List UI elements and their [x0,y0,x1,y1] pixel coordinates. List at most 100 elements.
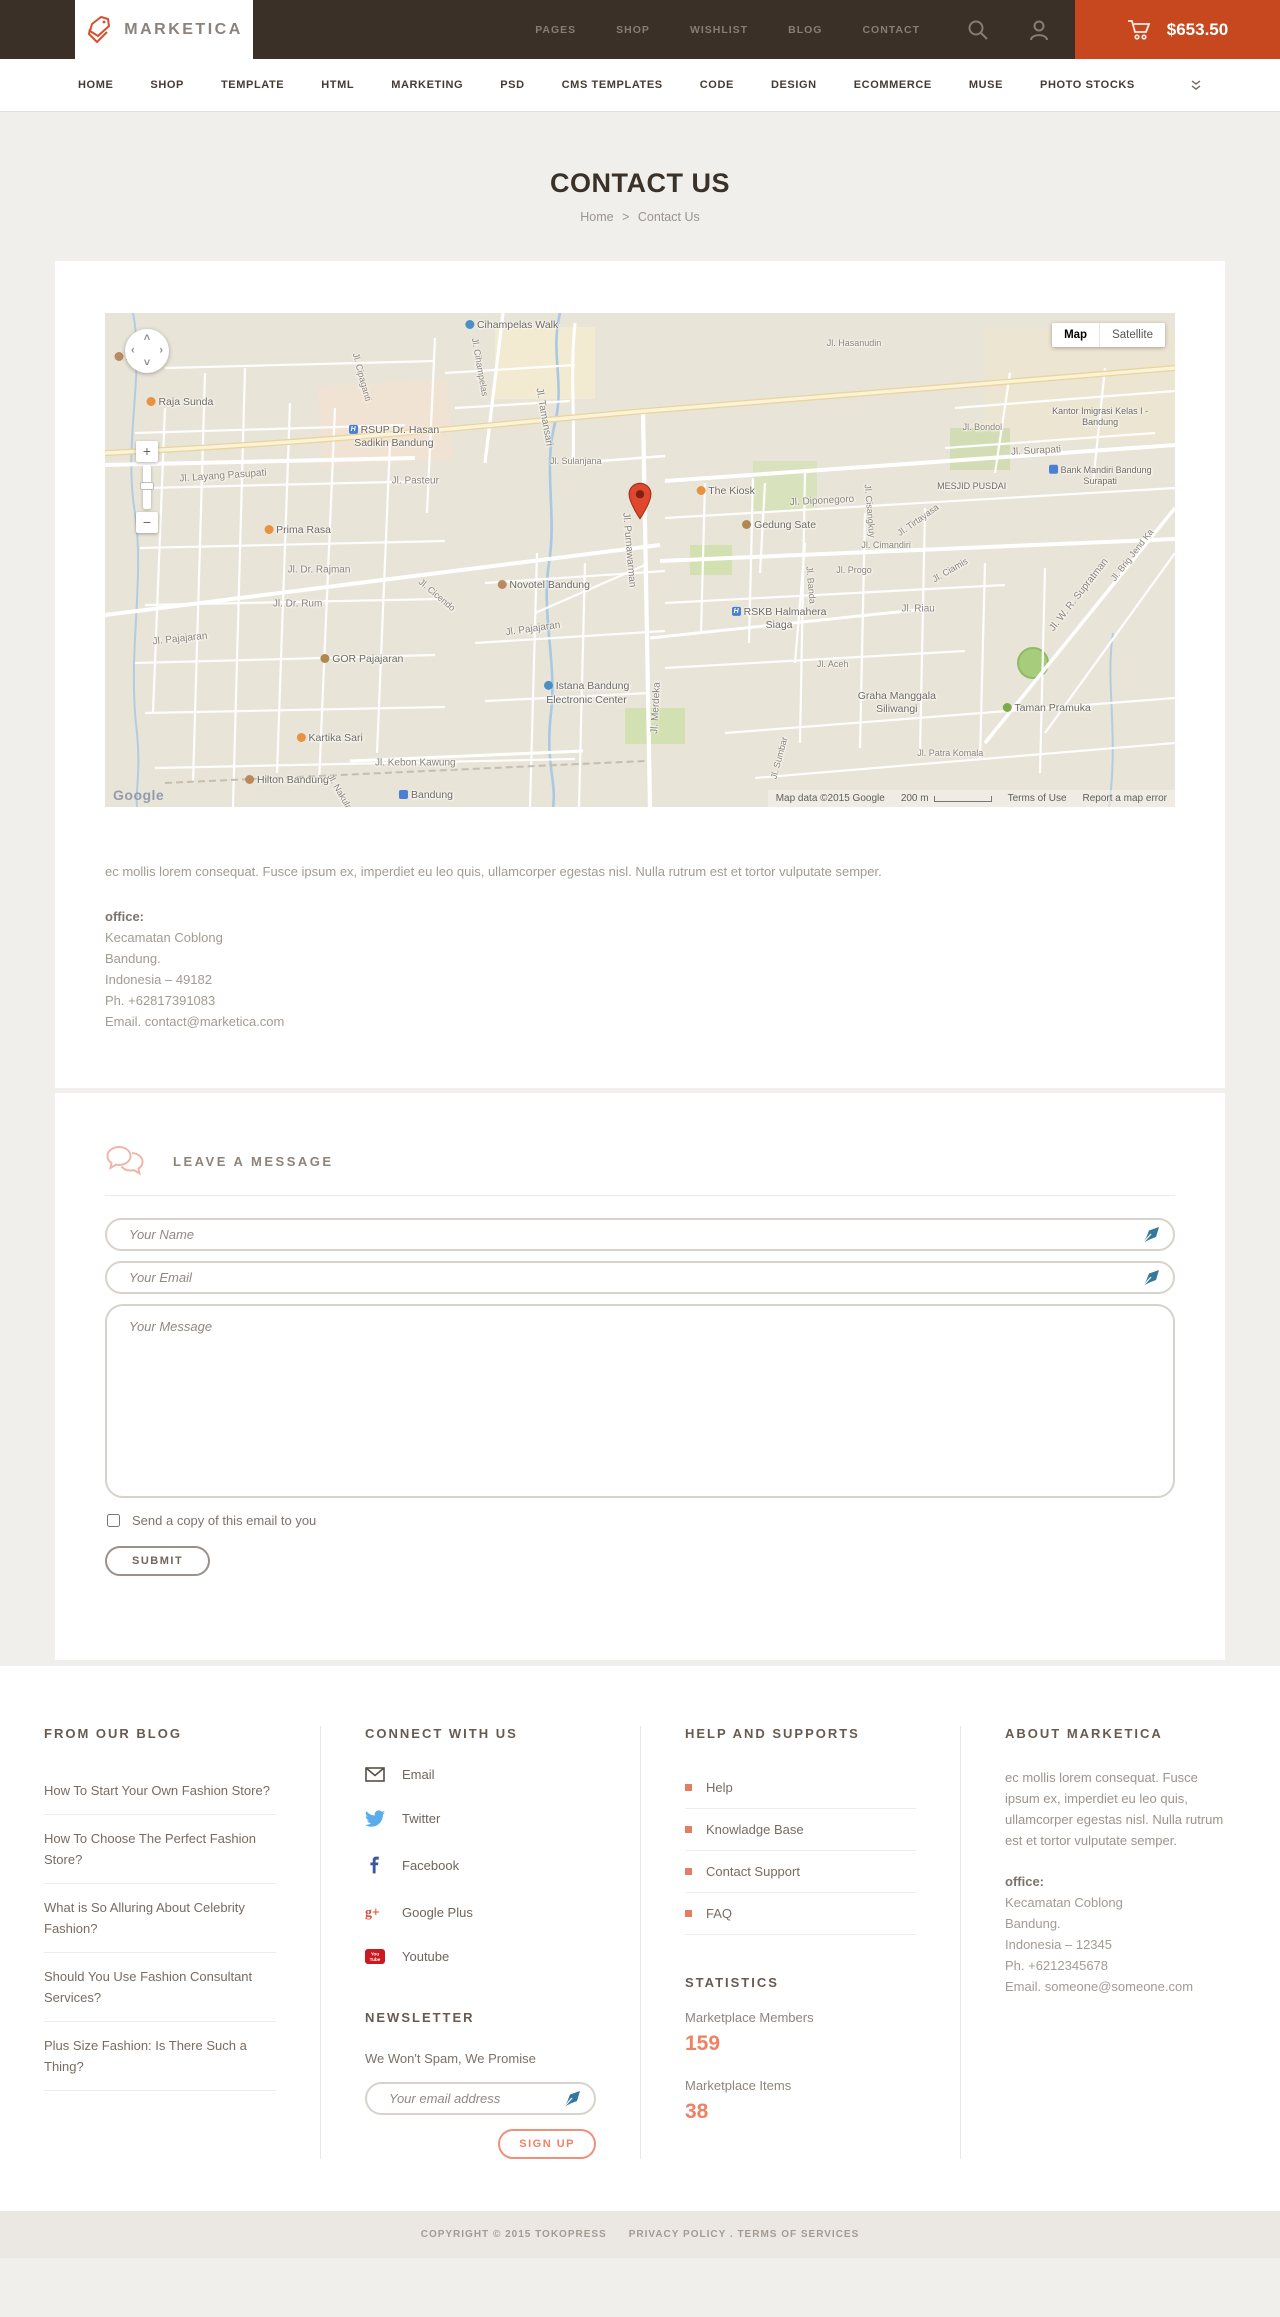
page-title: CONTACT US [550,168,730,198]
satellite-view-button[interactable]: Satellite [1099,323,1165,347]
zoom-in-button[interactable]: + [136,441,158,462]
about-text: ec mollis lorem consequat. Fusce ipsum e… [1005,1770,1224,1849]
help-link[interactable]: Help [685,1767,916,1810]
email-input[interactable] [105,1261,1175,1295]
category-nav-link[interactable]: ECOMMERCE [854,79,932,91]
user-icon[interactable] [1028,18,1050,42]
social-link-gplus[interactable]: g+ Google Plus [365,1903,596,1921]
search-icon[interactable] [966,18,990,42]
copyright-text: COPYRIGHT © 2015 TOKOPRESS [420,2229,607,2241]
google-logo[interactable]: Google [113,787,164,803]
zoom-out-button[interactable]: − [136,512,158,533]
map-pan-control[interactable]: ˄ ˅ ‹ › [125,329,169,373]
map-artwork [105,313,1175,807]
terms-of-services-link[interactable]: TERMS OF SERVICES [737,2229,859,2240]
newsletter-tagline: We Won't Spam, We Promise [365,2051,536,2067]
blog-link[interactable]: Plus Size Fashion: Is There Such a Thing… [44,2022,276,2092]
stat-value: 38 [685,2100,709,2124]
logo[interactable]: MARKETICA [75,0,253,59]
office-address-line: Indonesia – 49182 [105,972,212,988]
bullet-square-icon [685,1826,692,1834]
cart-button[interactable]: $653.50 [1075,0,1280,59]
map-zoom-control: + − [136,441,158,533]
blog-link[interactable]: Should You Use Fashion Consultant Servic… [44,1953,276,2023]
category-nav-link[interactable]: HOME [78,79,113,91]
map-type-switcher: Map Satellite [1052,323,1165,347]
site-footer: FROM OUR BLOG How To Start Your Own Fash… [0,1666,1280,2259]
send-copy-checkbox[interactable] [107,1514,120,1528]
top-nav: PAGES SHOP WISHLIST BLOG CONTACT [535,24,920,36]
help-link[interactable]: FAQ [685,1893,916,1936]
top-nav-link[interactable]: SHOP [616,24,650,36]
map-canvas[interactable]: ˄ ˅ ‹ › + − Map Satellite Google Map dat… [105,313,1175,807]
copyright-bar: COPYRIGHT © 2015 TOKOPRESS PRIVACY POLIC… [0,2211,1280,2259]
pan-down-icon[interactable]: ˅ [144,358,150,369]
top-nav-link[interactable]: WISHLIST [690,24,748,36]
terms-of-use-link[interactable]: Terms of Use [1008,793,1067,804]
pan-up-icon[interactable]: ˄ [144,333,150,344]
top-nav-link[interactable]: BLOG [788,24,822,36]
cart-total: $653.50 [1166,19,1229,39]
message-field-wrap [105,1304,1175,1503]
breadcrumb-home[interactable]: Home [580,210,613,224]
blog-link[interactable]: What is So Alluring About Celebrity Fash… [44,1884,276,1954]
newsletter-field-wrap [365,2082,596,2116]
privacy-policy-link[interactable]: PRIVACY POLICY [629,2229,726,2240]
office-label: office: [105,909,144,925]
help-heading: HELP AND SUPPORTS [685,1726,860,1742]
about-address-line: Ph. +6212345678 [1005,1958,1109,1974]
category-nav-link[interactable]: PSD [500,79,524,91]
zoom-slider-handle[interactable] [140,482,154,490]
map-view-button[interactable]: Map [1052,323,1100,347]
newsletter-block: NEWSLETTER We Won't Spam, We Promise SIG… [365,2010,596,2160]
submit-button[interactable]: SUBMIT [105,1546,211,1577]
signup-button[interactable]: SIGN UP [498,2129,596,2160]
social-link-facebook[interactable]: Facebook [365,1855,596,1875]
top-nav-link[interactable]: CONTACT [862,24,920,36]
message-textarea[interactable] [105,1304,1175,1499]
category-nav-link[interactable]: CMS TEMPLATES [562,79,663,91]
office-address-block: office: Kecamatan Coblong Bandung. Indones… [105,906,1175,1032]
social-link-email[interactable]: Email [365,1767,596,1782]
name-input[interactable] [105,1218,1175,1252]
office-address-line: Email. contact@marketica.com [105,1014,285,1030]
about-address-line: Kecamatan Coblong [1005,1895,1123,1911]
newsletter-email-input[interactable] [365,2082,596,2116]
pan-left-icon[interactable]: ‹ [131,345,135,357]
category-nav-link[interactable]: DESIGN [771,79,817,91]
facebook-icon [370,1857,379,1874]
blog-link[interactable]: How To Choose The Perfect Fashion Store? [44,1815,276,1885]
category-nav-link[interactable]: SHOP [150,79,184,91]
top-nav-link[interactable]: PAGES [535,24,576,36]
about-address-line: Bandung. [1005,1916,1061,1932]
blog-link[interactable]: How To Start Your Own Fashion Store? [44,1767,276,1816]
footer-blog-column: FROM OUR BLOG How To Start Your Own Fash… [0,1726,320,2159]
category-nav-link[interactable]: TEMPLATE [221,79,284,91]
category-nav-link[interactable]: MARKETING [391,79,463,91]
category-nav-link[interactable]: PHOTO STOCKS [1040,79,1135,91]
help-link[interactable]: Contact Support [685,1851,916,1894]
bullet-square-icon [685,1784,692,1792]
pan-right-icon[interactable]: › [159,345,163,357]
google-plus-icon: g+ [365,1905,380,1920]
about-heading: ABOUT MARKETICA [1005,1726,1163,1742]
zoom-slider-track[interactable] [140,465,154,509]
logo-text: MARKETICA [124,20,243,38]
about-address-line: Email. someone@someone.com [1005,1979,1194,1995]
twitter-icon [365,1810,385,1828]
about-address-line: Indonesia – 12345 [1005,1937,1112,1953]
email-icon [365,1767,385,1783]
report-map-error-link[interactable]: Report a map error [1083,793,1167,804]
category-nav-link[interactable]: MUSE [969,79,1003,91]
help-link[interactable]: Knowladge Base [685,1809,916,1852]
category-nav-link[interactable]: CODE [700,79,734,91]
social-link-youtube[interactable]: You Tube Youtube [365,1949,596,1965]
stat-value: 159 [685,2032,721,2056]
category-nav-link[interactable]: HTML [321,79,354,91]
social-link-twitter[interactable]: Twitter [365,1810,596,1828]
office-label: office: [1005,1874,1044,1890]
chevron-double-down-icon[interactable] [1190,79,1202,91]
message-form-card: LEAVE A MESSAGE Send a copy of this emai… [55,1093,1225,1661]
about-office-block: office: Kecamatan Coblong Bandung. Indones… [1005,1871,1236,1997]
bullet-square-icon [685,1910,692,1918]
